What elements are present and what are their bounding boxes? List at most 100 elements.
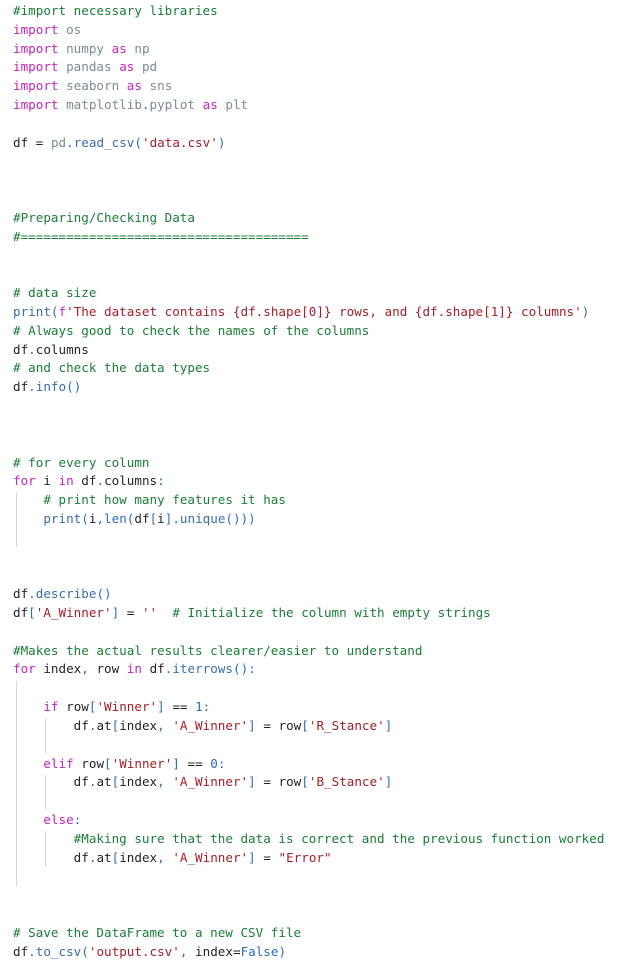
code-line[interactable]: # Always good to check the names of the … — [13, 322, 640, 341]
code-token-var: row — [96, 661, 120, 677]
code-line[interactable] — [13, 115, 640, 134]
code-token-var: row — [66, 699, 89, 715]
code-line[interactable]: df.at[index, 'A_Winner'] = row['B_Stance… — [13, 773, 640, 792]
code-line[interactable] — [13, 171, 640, 190]
code-line[interactable]: if row['Winner'] == 1: — [13, 698, 640, 717]
code-line[interactable]: #import necessary libraries — [13, 2, 640, 21]
code-line[interactable]: print(i,len(df[i].unique())) — [13, 510, 640, 529]
code-token-mod: os — [66, 21, 82, 37]
code-line[interactable]: for index, row in df.iterrows(): — [13, 660, 640, 679]
code-token-var: df — [13, 943, 29, 959]
code-token-punct: [ — [301, 717, 309, 733]
code-line[interactable]: #Preparing/Checking Data — [13, 209, 640, 228]
code-token-var: df — [13, 586, 29, 602]
code-line[interactable] — [13, 416, 640, 435]
code-line[interactable]: df.describe() — [13, 585, 640, 604]
code-token-mod: matplotlib — [66, 97, 142, 113]
code-line[interactable] — [13, 736, 640, 755]
code-line[interactable]: df.info() — [13, 378, 640, 397]
code-line[interactable] — [13, 529, 640, 548]
code-line[interactable] — [13, 265, 640, 284]
code-line[interactable]: print(f'The dataset contains {df.shape[0… — [13, 303, 640, 322]
code-token-fn: print — [43, 510, 82, 526]
code-token-mod: numpy — [66, 40, 105, 56]
code-line[interactable]: df.at[index, 'A_Winner'] = row['R_Stance… — [13, 717, 640, 736]
code-token-punct: , — [96, 510, 105, 526]
code-line[interactable] — [13, 153, 640, 172]
code-line[interactable]: df.to_csv('output.csv', index=False) — [13, 943, 640, 961]
code-line[interactable] — [13, 190, 640, 209]
code-line[interactable]: # Save the DataFrame to a new CSV file — [13, 924, 640, 943]
code-line[interactable] — [13, 247, 640, 266]
code-line[interactable]: #Making sure that the data is correct an… — [13, 830, 640, 849]
code-line[interactable] — [13, 679, 640, 698]
code-line[interactable]: df.at[index, 'A_Winner'] = "Error" — [13, 849, 640, 868]
code-line[interactable]: # and check the data types — [13, 359, 640, 378]
code-token-punct: ( — [134, 134, 142, 150]
code-token-punct: [ — [301, 774, 309, 790]
code-token-kw: import — [13, 40, 59, 56]
code-line[interactable]: # data size — [13, 284, 640, 303]
code-token-var: df — [81, 473, 97, 489]
code-token-kw: import — [13, 97, 59, 113]
code-token-mod: pd — [141, 59, 158, 75]
code-token-kw: elif — [43, 755, 74, 771]
code-line[interactable]: import numpy as np — [13, 40, 640, 59]
code-token-fn: to_csv — [35, 943, 82, 959]
code-token-punct: [ — [28, 605, 36, 620]
code-token-punct: ) — [581, 304, 590, 319]
code-token-kw: for — [13, 473, 36, 489]
code-token-punct: . — [28, 943, 36, 959]
code-line[interactable] — [13, 886, 640, 905]
code-token-punct: . — [66, 134, 74, 150]
code-line[interactable]: for i in df.columns: — [13, 472, 640, 491]
code-line[interactable]: df['A_Winner'] = '' # Initialize the col… — [13, 604, 640, 623]
code-token-op: = — [232, 943, 241, 959]
code-line[interactable] — [13, 623, 640, 642]
code-token-var: row — [81, 755, 105, 771]
code-line[interactable] — [13, 792, 640, 811]
code-token-cmt: # print how many features it has — [43, 492, 286, 508]
code-line[interactable]: # for every column — [13, 454, 640, 473]
code-line[interactable] — [13, 397, 640, 416]
code-line[interactable] — [13, 867, 640, 886]
code-line[interactable]: else: — [13, 811, 640, 830]
code-token-var: df — [13, 605, 29, 620]
code-line[interactable]: import matplotlib.pyplot as plt — [13, 96, 640, 115]
code-token-str: "Error" — [278, 849, 332, 865]
code-token-punct: ] — [248, 717, 256, 733]
code-line[interactable]: df.columns — [13, 341, 640, 360]
code-token-fn: info — [35, 379, 67, 395]
code-line[interactable]: #====================================== — [13, 228, 640, 247]
code-line[interactable]: df = pd.read_csv('data.csv') — [13, 134, 640, 153]
code-token-cmt: # and check the data types — [13, 360, 211, 376]
code-editor-content[interactable]: #import necessary libraries import os impo… — [0, 0, 640, 961]
code-token-punct: () — [96, 586, 112, 602]
indent-guide-line — [44, 774, 46, 811]
indent-guide-line — [16, 492, 17, 547]
code-line[interactable]: import os — [13, 21, 640, 40]
code-line[interactable]: # print how many features it has — [13, 491, 640, 510]
code-line[interactable] — [13, 905, 640, 924]
code-line[interactable]: import seaborn as sns — [13, 77, 640, 96]
code-token-punct: ] — [384, 717, 393, 733]
code-line[interactable]: #Makes the actual results clearer/easier… — [13, 642, 640, 661]
code-line[interactable] — [13, 548, 640, 567]
code-line[interactable]: elif row['Winner'] == 0: — [13, 755, 640, 774]
code-token-var: df — [134, 510, 150, 526]
indent-guide-line — [44, 718, 46, 754]
code-line[interactable] — [13, 566, 640, 585]
code-line[interactable] — [13, 435, 640, 454]
code-token-op: = — [263, 774, 271, 790]
code-token-cmt: # data size — [13, 285, 97, 301]
code-token-cmt: #Makes the actual results clearer/easier… — [13, 642, 423, 658]
code-line[interactable]: import pandas as pd — [13, 58, 640, 77]
